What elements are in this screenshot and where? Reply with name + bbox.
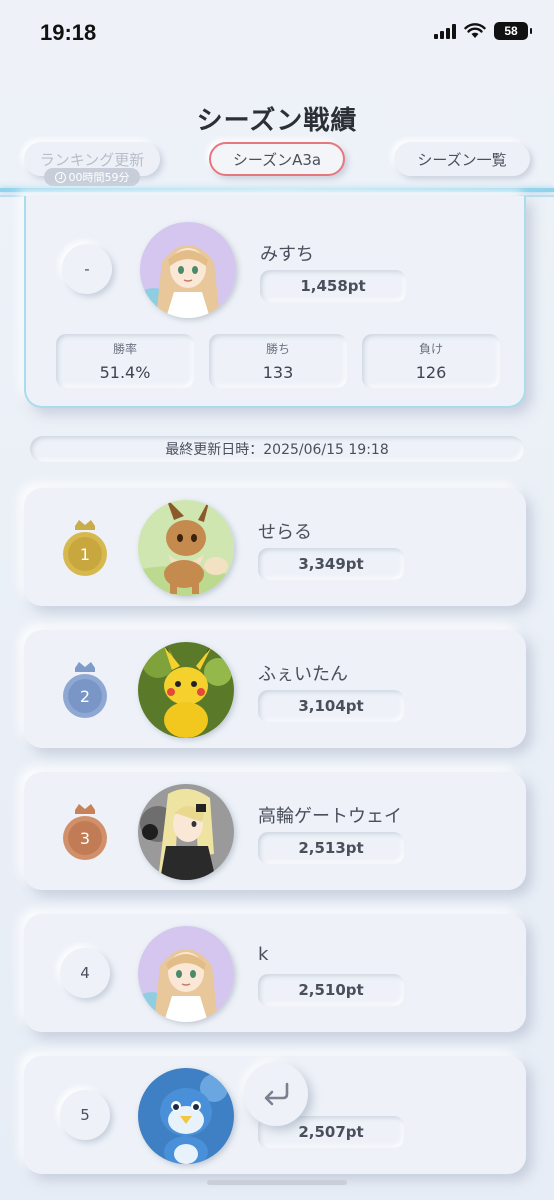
silver-medal-icon: 2: [63, 662, 107, 718]
home-indicator[interactable]: [207, 1180, 347, 1185]
signal-icon: [434, 23, 456, 39]
win-rate-value: 51.4%: [99, 363, 151, 382]
ranking-row[interactable]: 2 ふぇいたん 3,104pt: [24, 630, 526, 748]
rank-circle: 4: [60, 948, 110, 998]
rank-number: 3: [80, 829, 90, 848]
ranking-row[interactable]: 4 k 2,510pt: [24, 914, 526, 1032]
player-name: せらる: [258, 522, 312, 543]
season-selector-button[interactable]: シーズンA3a: [209, 142, 345, 176]
player-name: 高輪ゲートウェイ: [258, 806, 402, 827]
losses-label: 負け: [418, 342, 443, 356]
player-avatar: [138, 642, 234, 738]
my-points: 1,458pt: [260, 270, 406, 302]
wins-value: 133: [262, 363, 294, 382]
losses-value: 126: [415, 363, 447, 382]
rank-circle: 5: [60, 1090, 110, 1140]
player-avatar: [138, 1068, 234, 1164]
update-timer-badge: 00時間59分: [44, 168, 140, 186]
player-avatar: [138, 926, 234, 1022]
header-divider: [0, 188, 554, 192]
wins-stat: 勝ち 133: [209, 334, 347, 388]
return-arrow-icon: [264, 1082, 289, 1106]
page-title: シーズン戦績: [196, 106, 358, 136]
status-time: 19:18: [40, 20, 97, 45]
player-points: 2,513pt: [258, 832, 404, 864]
my-player-name: みすち: [260, 244, 314, 265]
wins-label: 勝ち: [265, 342, 290, 356]
losses-stat: 負け 126: [362, 334, 500, 388]
player-points: 3,349pt: [258, 548, 404, 580]
my-record-card: - みすち 1,458pt 勝率 51.4% 勝ち 133 負け 126: [24, 196, 526, 408]
player-avatar: [138, 784, 234, 880]
ranking-row[interactable]: 1 せらる 3,349pt: [24, 488, 526, 606]
gold-medal-icon: 1: [63, 520, 107, 576]
season-list-button[interactable]: シーズン一覧: [394, 142, 530, 176]
player-name: ふぇいたん: [258, 664, 348, 685]
timer-text: 00時間59分: [68, 171, 130, 184]
last-updated-bar: 最終更新日時：2025/06/15 19:18: [30, 436, 524, 462]
ranking-row[interactable]: 3 高輪ゲートウェイ 2,513pt: [24, 772, 526, 890]
win-rate-label: 勝率: [112, 342, 137, 356]
bronze-medal-icon: 3: [63, 804, 107, 860]
my-avatar: [140, 222, 236, 318]
player-name: k: [258, 944, 269, 965]
player-points: 2,510pt: [258, 974, 404, 1006]
rank-number: 2: [80, 687, 90, 706]
my-rank-circle: -: [62, 244, 112, 294]
wifi-icon: [464, 23, 486, 38]
win-rate-stat: 勝率 51.4%: [56, 334, 194, 388]
player-points: 3,104pt: [258, 690, 404, 722]
status-bar: 19:18 58: [0, 0, 554, 70]
clock-icon: [54, 171, 66, 183]
battery-icon: 58: [494, 22, 532, 40]
player-avatar: [138, 500, 234, 596]
back-button[interactable]: [244, 1062, 308, 1126]
rank-number: 1: [80, 545, 90, 564]
status-icons: 58: [434, 22, 532, 40]
